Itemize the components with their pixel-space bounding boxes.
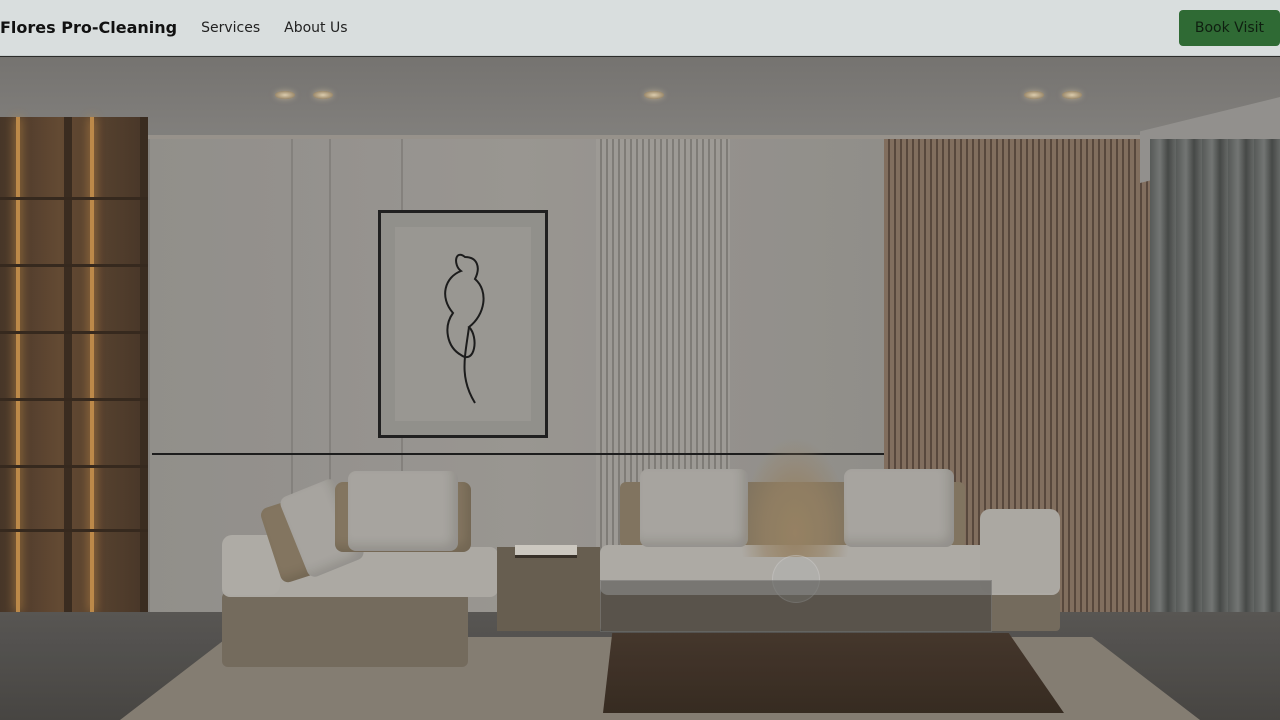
brand-logo-text[interactable]: Flores Pro-Cleaning [0,18,177,37]
book-visit-button[interactable]: Book Visit [1178,10,1280,46]
nav-link-services[interactable]: Services [201,20,260,36]
nav-links: Services About Us [201,20,347,36]
top-nav-bar: Flores Pro-Cleaning Services About Us Bo… [0,0,1280,56]
image-dark-overlay [0,57,1280,720]
nav-link-about-us[interactable]: About Us [284,20,347,36]
hero-living-room-image [0,57,1280,720]
